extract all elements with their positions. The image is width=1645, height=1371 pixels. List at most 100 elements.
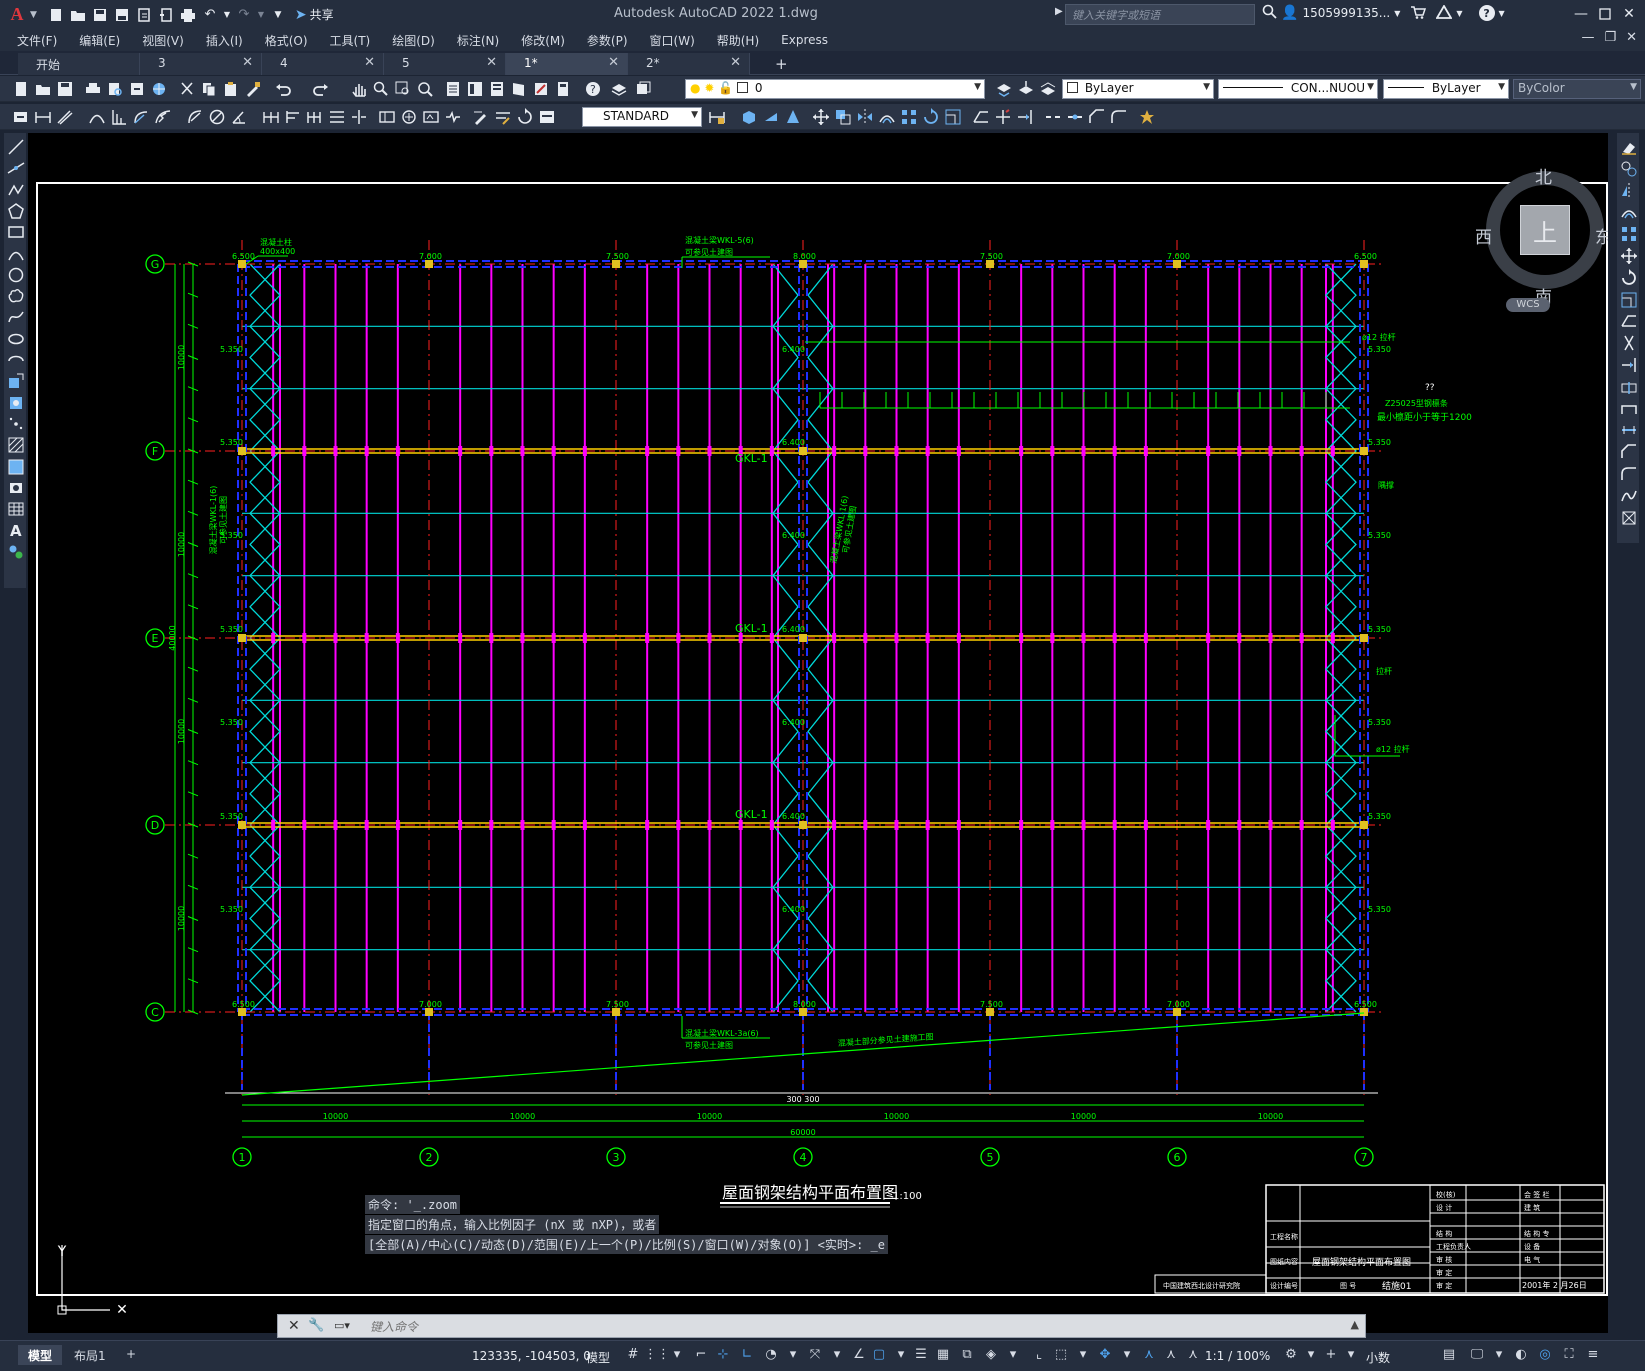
dim-break-icon[interactable] <box>350 108 368 126</box>
circle-icon[interactable] <box>7 266 24 283</box>
color-dropdown[interactable]: ByLayer ▼ <box>1062 79 1214 99</box>
new-tab-plus-icon[interactable]: + <box>775 55 788 73</box>
coordinate-readout[interactable]: 123335, -104503, 0 <box>472 1349 591 1363</box>
cut-icon[interactable] <box>178 80 196 98</box>
auto-scale-icon[interactable]: ⋏ <box>1162 1347 1180 1365</box>
explode-icon[interactable] <box>1620 509 1636 525</box>
layer-dropdown[interactable]: ● ✹ 🔓 0 ▼ <box>685 79 985 99</box>
continue-icon[interactable] <box>306 108 324 126</box>
array-icon[interactable] <box>900 108 918 126</box>
undo-dropdown-icon[interactable]: ▼ <box>223 6 231 24</box>
fillet-icon[interactable] <box>1620 465 1636 481</box>
gizmo-icon[interactable]: ✥ <box>1096 1347 1114 1365</box>
explode-icon[interactable] <box>1138 108 1156 126</box>
dim-diameter-icon[interactable] <box>208 108 226 126</box>
make-current-icon[interactable] <box>995 80 1013 98</box>
lineweight-dropdown[interactable]: ByLayer ▼ <box>1383 79 1509 99</box>
trim-icon[interactable] <box>994 108 1012 126</box>
selection-filter-icon[interactable]: ⬚ <box>1052 1347 1070 1365</box>
tool-palettes-icon[interactable] <box>488 80 506 98</box>
table-icon[interactable] <box>7 500 24 516</box>
dynamic-ucs-icon[interactable]: ⌞ <box>1030 1347 1048 1365</box>
fillet-icon[interactable] <box>1110 108 1128 126</box>
lock-ui-icon[interactable]: 🖵 <box>1468 1347 1486 1365</box>
mirror-icon[interactable] <box>1620 182 1636 199</box>
app-menu-caret-icon[interactable]: ▼ <box>30 10 37 20</box>
scale-icon[interactable] <box>944 108 962 126</box>
insert-block-icon[interactable] <box>7 372 24 389</box>
layout-tab-layout1[interactable]: 布局1 <box>64 1345 116 1365</box>
rectangle-icon[interactable] <box>7 223 24 239</box>
recent-commands-icon[interactable]: ▭▾ <box>334 1319 350 1332</box>
tab-close-icon[interactable]: ✕ <box>608 55 619 70</box>
transparency-icon[interactable]: ▦ <box>934 1347 952 1365</box>
snap-caret-icon[interactable]: ▾ <box>668 1347 686 1365</box>
units-dropdown[interactable]: 小数 <box>1366 1349 1390 1366</box>
close-icon[interactable]: ✕ <box>288 1318 300 1334</box>
offset-icon[interactable] <box>1620 203 1637 219</box>
menu-draw[interactable]: 绘图(D) <box>392 32 435 49</box>
menu-file[interactable]: 文件(F) <box>17 32 57 49</box>
plot-icon[interactable] <box>179 6 197 24</box>
redo-icon[interactable]: ↷ <box>235 6 253 24</box>
tab-close-icon[interactable]: ✕ <box>730 55 741 70</box>
menu-view[interactable]: 视图(V) <box>142 32 184 49</box>
doc-close-icon[interactable]: ✕ <box>1626 30 1637 45</box>
chamfer-icon[interactable] <box>1620 443 1636 459</box>
quick-dim-icon[interactable] <box>262 108 280 126</box>
copy-icon[interactable] <box>1620 160 1637 177</box>
new-file-icon[interactable] <box>47 6 65 24</box>
maximize-button[interactable] <box>1592 3 1618 25</box>
tab-close-icon[interactable]: ✕ <box>486 55 497 70</box>
3d-wedge-icon[interactable] <box>762 108 780 126</box>
help-icon[interactable]: ? <box>1478 5 1495 21</box>
mirror-icon[interactable] <box>856 108 874 126</box>
extend-icon[interactable] <box>1620 356 1636 372</box>
tab-4[interactable]: 4 ✕ <box>262 53 384 75</box>
quick-dimension-icon[interactable] <box>12 108 30 126</box>
break-at-point-icon[interactable] <box>1620 378 1637 394</box>
viewcube-north[interactable]: 北 <box>1535 163 1552 188</box>
markup-icon[interactable] <box>532 80 550 98</box>
layer-iso-icon[interactable] <box>1039 80 1057 98</box>
osnap-caret-icon[interactable]: ▾ <box>892 1347 910 1365</box>
object-snap-tracking-icon[interactable]: ∠ <box>850 1347 868 1365</box>
rotate-icon[interactable] <box>1620 268 1636 285</box>
infer-constraints-icon[interactable]: ⌐ <box>692 1347 710 1365</box>
join-icon[interactable] <box>1620 421 1636 437</box>
pan-icon[interactable] <box>350 80 368 98</box>
publish-icon[interactable] <box>128 80 146 98</box>
clean-screen-icon[interactable]: ⛶ <box>1560 1347 1578 1365</box>
point-icon[interactable] <box>7 415 23 431</box>
open-folder-icon[interactable] <box>69 6 87 24</box>
menu-modify[interactable]: 修改(M) <box>521 32 565 49</box>
region-icon[interactable] <box>7 479 23 495</box>
3d-osnap-icon[interactable]: ◈ <box>982 1347 1000 1365</box>
jogged-linear-icon[interactable] <box>444 108 462 126</box>
design-center-icon[interactable] <box>466 80 484 98</box>
polygon-icon[interactable] <box>7 202 24 219</box>
menu-parametric[interactable]: 参数(P) <box>587 32 628 49</box>
menu-edit[interactable]: 编辑(E) <box>79 32 120 49</box>
arc-icon[interactable] <box>7 245 24 261</box>
selection-cycling-icon[interactable]: ⧉ <box>958 1347 976 1365</box>
ortho-icon[interactable]: ∟ <box>738 1347 756 1365</box>
annotation-visibility-icon[interactable]: ⋏ <box>1140 1347 1158 1365</box>
redo-dropdown-icon[interactable]: ▼ <box>257 6 265 24</box>
isometric-icon[interactable]: ⤧ <box>806 1347 824 1365</box>
dimstyle-manager-icon[interactable] <box>708 108 726 126</box>
menu-tools[interactable]: 工具(T) <box>330 32 371 49</box>
spline-icon[interactable] <box>7 308 24 324</box>
layer-match-icon[interactable] <box>1017 80 1035 98</box>
selection-filter-caret-icon[interactable]: ▾ <box>1074 1347 1092 1365</box>
sheet-set-icon[interactable] <box>510 80 528 98</box>
chamfer-icon[interactable] <box>1088 108 1106 126</box>
tab-2[interactable]: 2* ✕ <box>628 53 750 75</box>
open-icon[interactable] <box>34 80 52 98</box>
help-icon[interactable]: ? <box>584 80 602 98</box>
text-style-dropdown[interactable]: STANDARD ▼ <box>582 107 702 127</box>
layer-previous-icon[interactable] <box>634 80 652 98</box>
polar-caret-icon[interactable]: ▾ <box>784 1347 802 1365</box>
stretch-icon[interactable] <box>972 108 990 126</box>
autodesk-a360-icon[interactable] <box>1435 3 1453 22</box>
